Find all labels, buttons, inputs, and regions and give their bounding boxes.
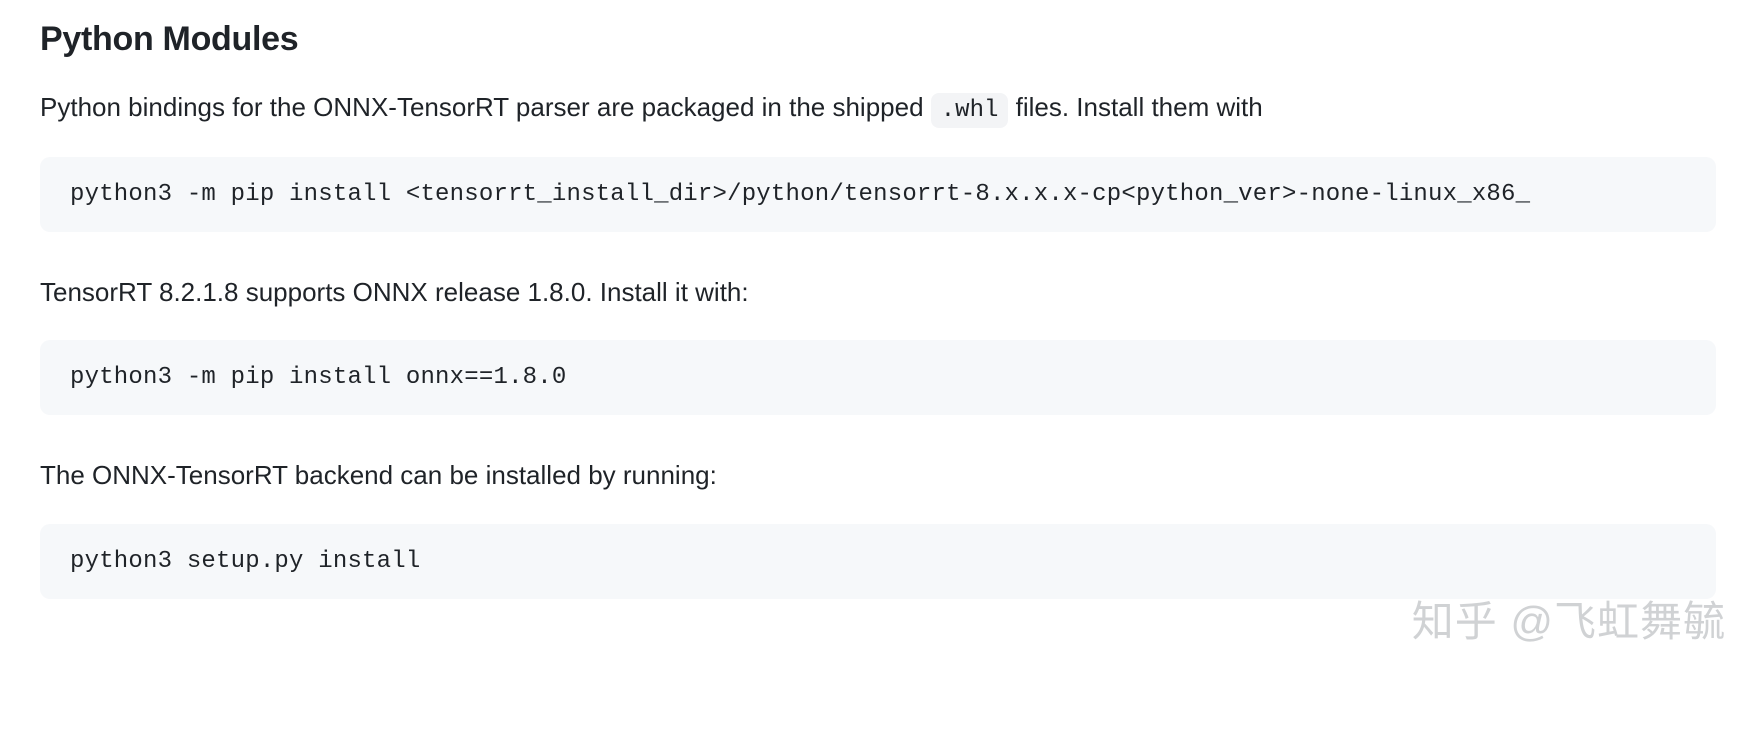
document-page: Python Modules Python bindings for the O… (0, 0, 1756, 689)
code-block-setup[interactable]: python3 setup.py install (40, 524, 1716, 599)
code-text: python3 -m pip install <tensorrt_install… (70, 181, 1530, 208)
code-text: python3 setup.py install (70, 548, 420, 575)
section-heading: Python Modules (40, 20, 1716, 59)
paragraph-backend: The ONNX-TensorRT backend can be install… (40, 455, 1716, 495)
inline-code-whl: .whl (931, 93, 1009, 128)
paragraph-onnx-support: TensorRT 8.2.1.8 supports ONNX release 1… (40, 272, 1716, 312)
paragraph-intro-text-before: Python bindings for the ONNX-TensorRT pa… (40, 92, 931, 122)
code-block-install-onnx[interactable]: python3 -m pip install onnx==1.8.0 (40, 340, 1716, 415)
code-text: python3 -m pip install onnx==1.8.0 (70, 364, 566, 391)
paragraph-intro-text-after: files. Install them with (1008, 92, 1262, 122)
paragraph-intro: Python bindings for the ONNX-TensorRT pa… (40, 87, 1716, 129)
code-block-install-tensorrt[interactable]: python3 -m pip install <tensorrt_install… (40, 157, 1716, 232)
